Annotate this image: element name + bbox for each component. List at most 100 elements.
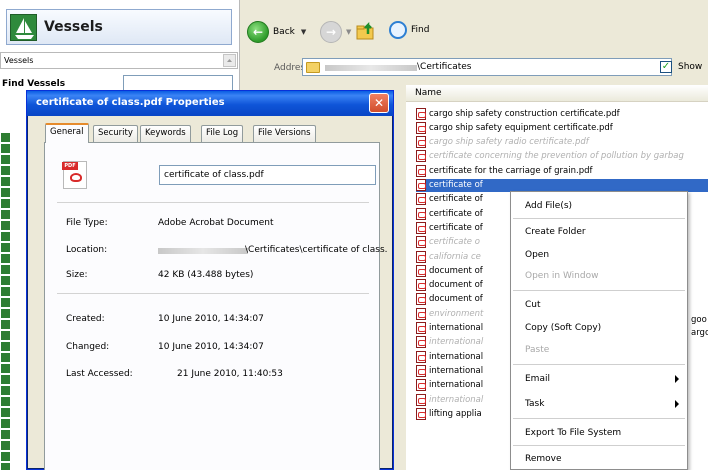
pdf-icon (416, 164, 426, 177)
file-name: document of (429, 294, 483, 305)
pdf-icon (416, 407, 426, 420)
show-checkbox[interactable]: ✓ (660, 61, 672, 73)
menu-item-label: Open (525, 250, 550, 260)
vessels-dropdown[interactable]: Vessels (0, 52, 238, 69)
menu-item-label: Open in Window (525, 271, 599, 281)
menu-item-label: Task (525, 399, 545, 409)
location-label: Location: (66, 245, 108, 255)
last-accessed-label: Last Accessed: (66, 369, 133, 379)
tab-keywords[interactable]: Keywords (140, 125, 191, 142)
pdf-icon (416, 322, 426, 334)
file-name-fragment: argc (691, 328, 708, 338)
menu-item-label: Create Folder (525, 227, 586, 237)
last-accessed-value: 21 June 2010, 11:40:53 (177, 369, 283, 379)
file-name: cargo ship safety radio certificate.pdf (429, 137, 589, 148)
file-row[interactable]: cargo ship safety radio certificate.pdf (416, 136, 708, 149)
menu-item-export-to-file-system[interactable]: Export To File System (511, 424, 687, 444)
menu-item-cut[interactable]: Cut (511, 296, 687, 316)
name-column-header[interactable]: Name (406, 85, 708, 102)
file-name: cargo ship safety equipment certificate.… (429, 122, 613, 133)
forward-arrow-icon: → (320, 21, 342, 43)
pdf-icon (416, 193, 426, 206)
tab-file-log[interactable]: File Log (201, 125, 244, 142)
address-redacted-segment (325, 65, 417, 71)
file-name: environment (429, 308, 484, 319)
dropdown-toggle[interactable] (223, 54, 236, 67)
vessel-list-icons[interactable] (1, 133, 10, 470)
file-name: certificate of (429, 180, 483, 190)
created-label: Created: (66, 314, 105, 324)
close-button[interactable]: ✕ (369, 93, 389, 113)
file-name: certificate o (429, 237, 480, 248)
file-row[interactable]: cargo ship safety construction certifica… (416, 107, 708, 120)
divider (57, 202, 369, 203)
pdf-icon (416, 136, 426, 149)
back-button[interactable]: ← Back ▼ (247, 21, 306, 43)
menu-separator (513, 364, 685, 365)
pdf-file-icon: PDF (62, 161, 87, 189)
chevron-down-icon[interactable]: ▼ (346, 28, 351, 36)
pdf-icon (416, 279, 426, 292)
tab-file-versions[interactable]: File Versions (253, 125, 316, 142)
filename-input[interactable]: certificate of class.pdf (159, 165, 376, 185)
menu-item-task[interactable]: Task (511, 395, 687, 415)
size-value: 42 KB (43.488 bytes) (158, 270, 254, 280)
vessel-logo-icon (10, 14, 37, 41)
file-name-fragment: goo (691, 315, 707, 325)
location-redacted-segment (158, 248, 248, 254)
menu-item-label: Paste (525, 345, 550, 355)
dialog-titlebar[interactable]: certificate of class.pdf Properties ✕ (27, 91, 393, 116)
file-name: certificate of (429, 222, 483, 233)
pdf-icon (416, 393, 426, 406)
file-name: international (429, 337, 484, 348)
toolbar: ← Back ▼ → ▼ Find Address \Certificates (241, 0, 708, 76)
up-folder-button[interactable] (355, 20, 377, 42)
tab-security[interactable]: Security (93, 125, 138, 142)
menu-item-paste: Paste (511, 341, 687, 361)
vessels-header[interactable]: Vessels (6, 9, 232, 45)
file-name: cargo ship safety construction certifica… (429, 108, 620, 119)
file-name: lifting applia (429, 408, 482, 419)
file-row[interactable]: certificate for the carriage of grain.pd… (416, 164, 708, 177)
pdf-icon (416, 236, 426, 249)
folder-up-icon (355, 20, 377, 42)
name-column-label: Name (415, 88, 442, 98)
menu-item-label: Export To File System (525, 428, 622, 438)
menu-item-email[interactable]: Email (511, 370, 687, 390)
chevron-down-icon[interactable]: ▼ (301, 28, 306, 36)
menu-item-create-folder[interactable]: Create Folder (511, 223, 687, 243)
search-icon (389, 21, 407, 39)
file-row[interactable]: cargo ship safety equipment certificate.… (416, 121, 708, 134)
file-type-value: Adobe Acrobat Document (158, 218, 274, 228)
pdf-icon (416, 307, 426, 320)
address-field[interactable]: \Certificates (302, 58, 672, 76)
menu-item-copy-soft-copy[interactable]: Copy (Soft Copy) (511, 319, 687, 339)
file-row[interactable]: certificate concerning the prevention of… (416, 150, 708, 163)
pdf-icon (416, 179, 426, 191)
menu-item-label: Remove (525, 454, 562, 464)
properties-dialog: certificate of class.pdf Properties ✕ Ge… (26, 90, 394, 470)
find-button[interactable]: Find (389, 21, 429, 39)
context-menu: Add File(s) Create Folder Open Open in Wind… (510, 191, 688, 470)
menu-item-open[interactable]: Open (511, 246, 687, 266)
file-name: certificate concerning the prevention of… (429, 151, 684, 162)
pdf-icon (416, 379, 426, 392)
divider (57, 293, 369, 294)
back-arrow-icon: ← (247, 21, 269, 43)
vessels-dropdown-label: Vessels (4, 56, 34, 65)
general-tab-panel: PDF certificate of class.pdf File Type: … (44, 142, 388, 470)
pdf-icon (416, 207, 426, 220)
menu-item-label: Add File(s) (525, 201, 573, 211)
forward-button[interactable]: → ▼ (320, 21, 351, 43)
menu-separator (513, 445, 685, 446)
dialog-title: certificate of class.pdf Properties (36, 97, 225, 108)
file-row-selected[interactable]: certificate of (416, 178, 708, 192)
pdf-icon (416, 364, 426, 377)
pdf-badge: PDF (62, 162, 78, 170)
pdf-icon (416, 221, 426, 234)
menu-item-remove[interactable]: Remove (511, 450, 687, 470)
tab-general[interactable]: General (45, 123, 89, 143)
chevron-up-icon (227, 59, 232, 62)
menu-item-add-file-s[interactable]: Add File(s) (511, 197, 687, 217)
menu-separator (513, 418, 685, 419)
